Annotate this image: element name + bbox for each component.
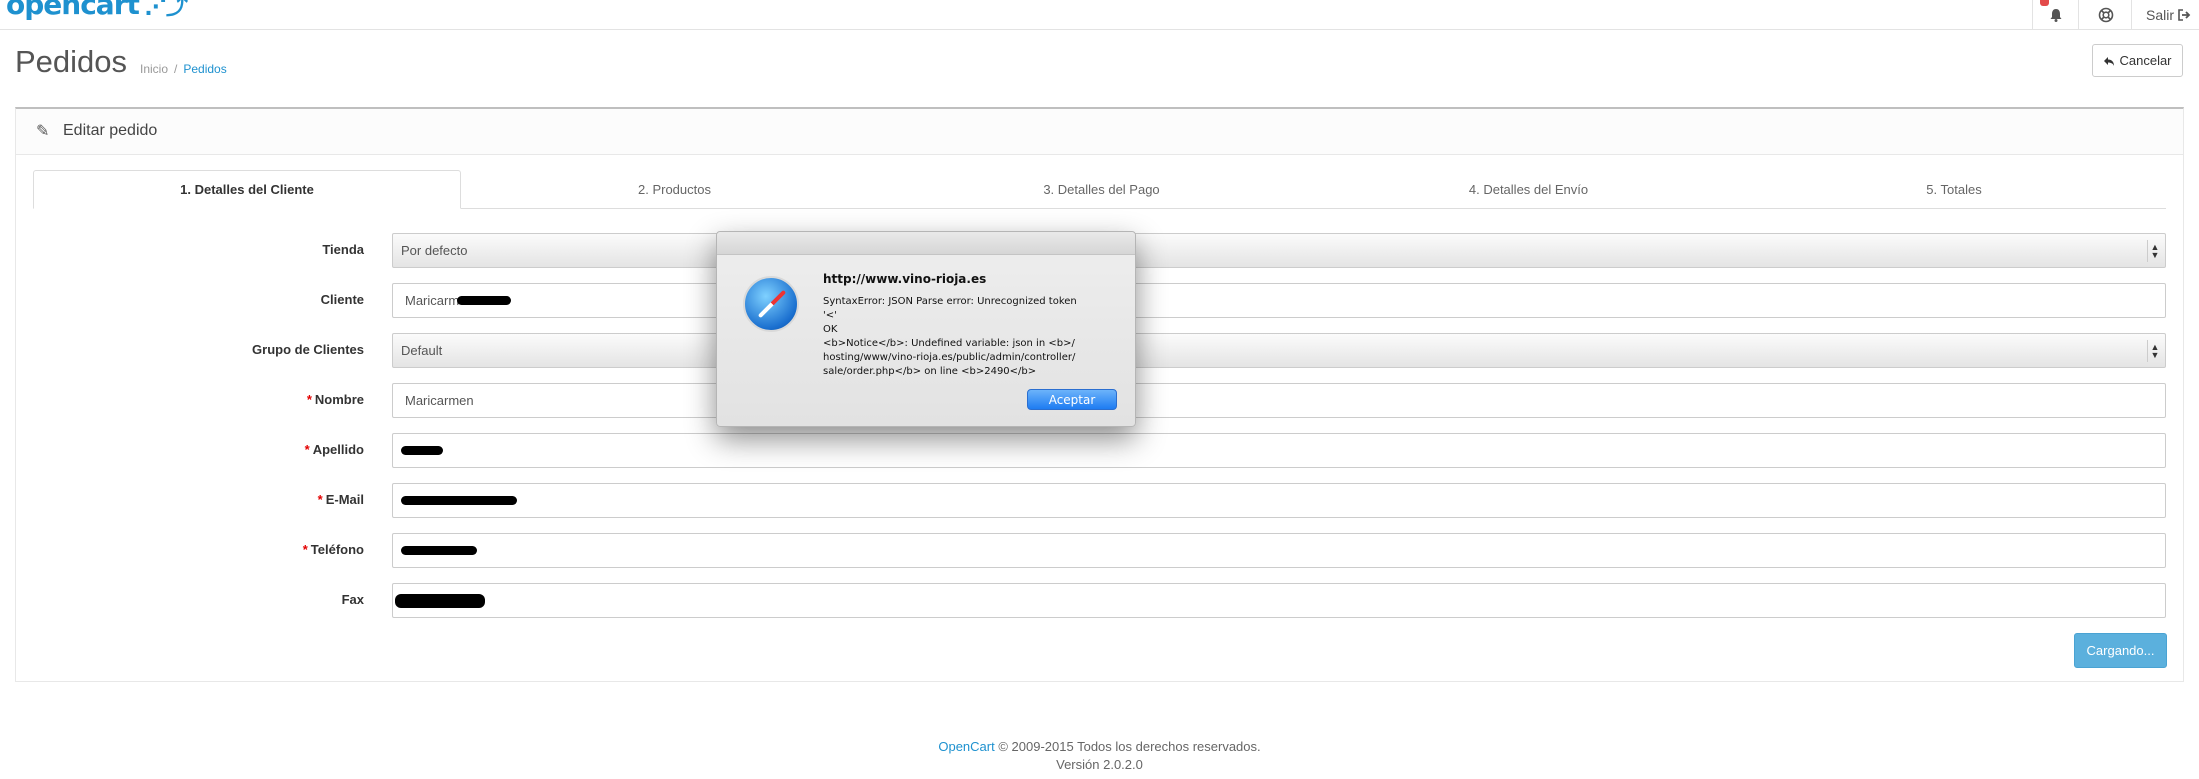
lastname-label: * Apellido xyxy=(304,442,364,457)
accept-button[interactable]: Aceptar xyxy=(1027,389,1117,410)
alert-dialog: http://www.vino-rioja.es SyntaxError: JS… xyxy=(716,231,1136,427)
help-button[interactable] xyxy=(2078,0,2132,29)
breadcrumb: Inicio / Pedidos xyxy=(140,62,227,76)
safari-compass-icon xyxy=(743,276,799,332)
customer-group-label: Grupo de Clientes xyxy=(252,342,364,357)
telephone-label: * Teléfono xyxy=(302,542,364,557)
footer: OpenCart © 2009-2015 Todos los derechos … xyxy=(0,738,2199,774)
life-ring-icon xyxy=(2098,7,2113,22)
breadcrumb-home[interactable]: Inicio xyxy=(140,62,168,76)
redaction xyxy=(401,496,517,505)
fax-label: Fax xyxy=(341,592,364,607)
firstname-value: Maricarmen xyxy=(405,393,474,408)
pencil-icon: ✎ xyxy=(36,123,50,140)
select-arrows-icon: ▲ ▼ xyxy=(2147,240,2162,262)
tab-customer-details[interactable]: 1. Detalles del Cliente xyxy=(33,170,461,209)
version-text: Versión 2.0.2.0 xyxy=(1056,757,1143,772)
tab-payment-details[interactable]: 3. Detalles del Pago xyxy=(888,170,1315,208)
email-label: * E-Mail xyxy=(317,492,364,507)
redaction xyxy=(401,446,443,455)
cancel-button[interactable]: Cancelar xyxy=(2092,44,2183,77)
redaction xyxy=(395,593,485,608)
panel-title: Editar pedido xyxy=(63,122,158,139)
customer-group-value: Default xyxy=(401,343,443,358)
dialog-titlebar xyxy=(717,232,1135,255)
bell-icon xyxy=(2050,8,2062,22)
redaction xyxy=(401,546,477,555)
logout-label: Salir xyxy=(2146,6,2175,23)
breadcrumb-orders[interactable]: Pedidos xyxy=(183,62,226,76)
notification-badge xyxy=(2040,0,2049,6)
top-header: opencart ⋰⤴ Salir xyxy=(0,0,2199,30)
customer-value: Maricarm xyxy=(405,293,460,308)
tab-shipping-details[interactable]: 4. Detalles del Envío xyxy=(1315,170,1742,208)
fax-input[interactable] xyxy=(392,583,2166,618)
copyright-text: © 2009-2015 Todos los derechos reservado… xyxy=(994,739,1261,754)
opencart-link[interactable]: OpenCart xyxy=(938,739,994,754)
logout-button[interactable]: Salir xyxy=(2131,0,2199,29)
panel-heading: ✎ Editar pedido xyxy=(16,109,2183,155)
email-input[interactable] xyxy=(392,483,2166,518)
customer-label: Cliente xyxy=(320,292,364,307)
dialog-message: SyntaxError: JSON Parse error: Unrecogni… xyxy=(823,296,1077,377)
cancel-label: Cancelar xyxy=(2119,53,2172,68)
notifications-button[interactable] xyxy=(2032,0,2079,29)
firstname-input[interactable]: Maricarmen xyxy=(392,383,2166,418)
loading-button[interactable]: Cargando... xyxy=(2074,633,2167,668)
store-label: Tienda xyxy=(322,242,364,257)
order-tabs: 1. Detalles del Cliente 2. Productos 3. … xyxy=(33,170,2166,209)
firstname-label: * Nombre xyxy=(306,392,364,407)
tab-products[interactable]: 2. Productos xyxy=(461,170,888,208)
reply-icon xyxy=(2104,56,2115,66)
page-title: Pedidos xyxy=(15,44,128,79)
redaction xyxy=(457,296,512,305)
sign-out-icon xyxy=(2178,8,2191,21)
lastname-input[interactable] xyxy=(392,433,2166,468)
select-arrows-icon: ▲ ▼ xyxy=(2147,340,2162,362)
tab-totals[interactable]: 5. Totales xyxy=(1742,170,2166,208)
telephone-input[interactable] xyxy=(392,533,2166,568)
store-value: Por defecto xyxy=(401,243,468,258)
store-select[interactable]: Por defecto ▲ ▼ xyxy=(392,233,2166,268)
customer-input[interactable]: Maricarm xyxy=(392,283,2166,318)
customer-group-select[interactable]: Default ▲ ▼ xyxy=(392,333,2166,368)
opencart-logo[interactable]: opencart ⋰⤴ xyxy=(6,0,188,21)
dialog-title: http://www.vino-rioja.es xyxy=(823,272,987,286)
cart-logo-icon: ⋰⤴ xyxy=(144,0,188,20)
